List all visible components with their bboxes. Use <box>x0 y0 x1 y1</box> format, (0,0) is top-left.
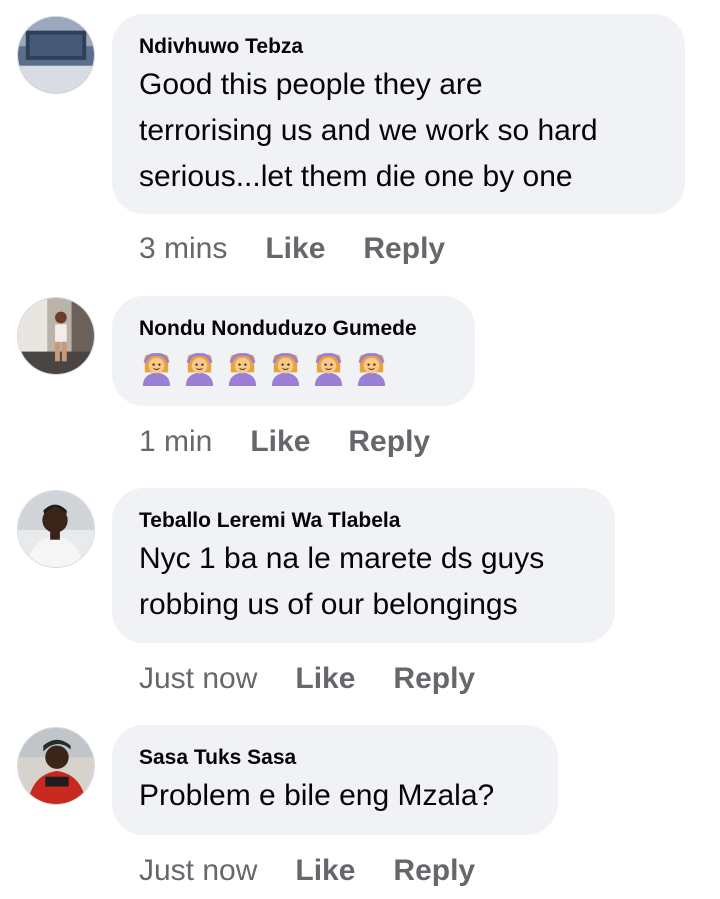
comment-text-line: serious...let them die one by one <box>139 160 573 193</box>
reply-button[interactable]: Reply <box>348 424 430 460</box>
reply-button[interactable]: Reply <box>393 853 475 889</box>
like-button[interactable]: Like <box>295 853 355 889</box>
comment-text: Good this people they are terrorising us… <box>139 62 657 200</box>
person-gesturing-ok-icon <box>185 352 214 386</box>
comment-author[interactable]: Teballo Leremi Wa Tlabela <box>139 508 587 534</box>
comment-author[interactable]: Nondu Nonduduzo Gumede <box>139 316 447 342</box>
comment-author[interactable]: Sasa Tuks Sasa <box>139 745 530 771</box>
comment-timestamp[interactable]: Just now <box>139 661 257 697</box>
comment-text: Nyc 1 ba na le marete ds guys robbing us… <box>139 536 587 628</box>
comment-actions: Just now Like Reply <box>139 853 475 889</box>
like-button[interactable]: Like <box>265 231 325 267</box>
comment-bubble: Teballo Leremi Wa Tlabela Nyc 1 ba na le… <box>112 488 615 643</box>
comment-bubble: Ndivhuwo Tebza Good this people they are… <box>112 14 685 214</box>
comment-text-line: terrorising us and we work so hard <box>139 114 598 147</box>
person-gesturing-ok-icon <box>142 352 171 386</box>
comment-bubble: Nondu Nonduduzo Gumede <box>112 296 475 406</box>
comment-author[interactable]: Ndivhuwo Tebza <box>139 34 657 60</box>
comment-timestamp[interactable]: 3 mins <box>139 231 227 267</box>
avatar[interactable] <box>17 16 95 94</box>
avatar[interactable] <box>17 490 95 568</box>
comment-actions: 1 min Like Reply <box>139 424 430 460</box>
comment-text-line: Nyc 1 ba na le marete ds guys <box>139 542 545 575</box>
person-gesturing-ok-icon <box>228 352 257 386</box>
person-gesturing-ok-icon <box>357 352 386 386</box>
person-gesturing-ok-icon <box>271 352 300 386</box>
comment-text-line: Good this people they are <box>139 68 483 101</box>
comment-timestamp[interactable]: Just now <box>139 853 257 889</box>
comment-emoji-row <box>139 348 447 388</box>
comment-actions: Just now Like Reply <box>139 661 475 697</box>
like-button[interactable]: Like <box>250 424 310 460</box>
reply-button[interactable]: Reply <box>363 231 445 267</box>
comment-text-line: robbing us of our belongings <box>139 588 518 621</box>
avatar[interactable] <box>17 727 95 805</box>
comment-timestamp[interactable]: 1 min <box>139 424 212 460</box>
comment-text: Problem e bile eng Mzala? <box>139 773 530 819</box>
like-button[interactable]: Like <box>295 661 355 697</box>
comment-actions: 3 mins Like Reply <box>139 231 445 267</box>
comment-text-line: Problem e bile eng Mzala? <box>139 779 495 812</box>
reply-button[interactable]: Reply <box>393 661 475 697</box>
comment-bubble: Sasa Tuks Sasa Problem e bile eng Mzala? <box>112 725 558 835</box>
avatar[interactable] <box>17 297 95 375</box>
person-gesturing-ok-icon <box>314 352 343 386</box>
